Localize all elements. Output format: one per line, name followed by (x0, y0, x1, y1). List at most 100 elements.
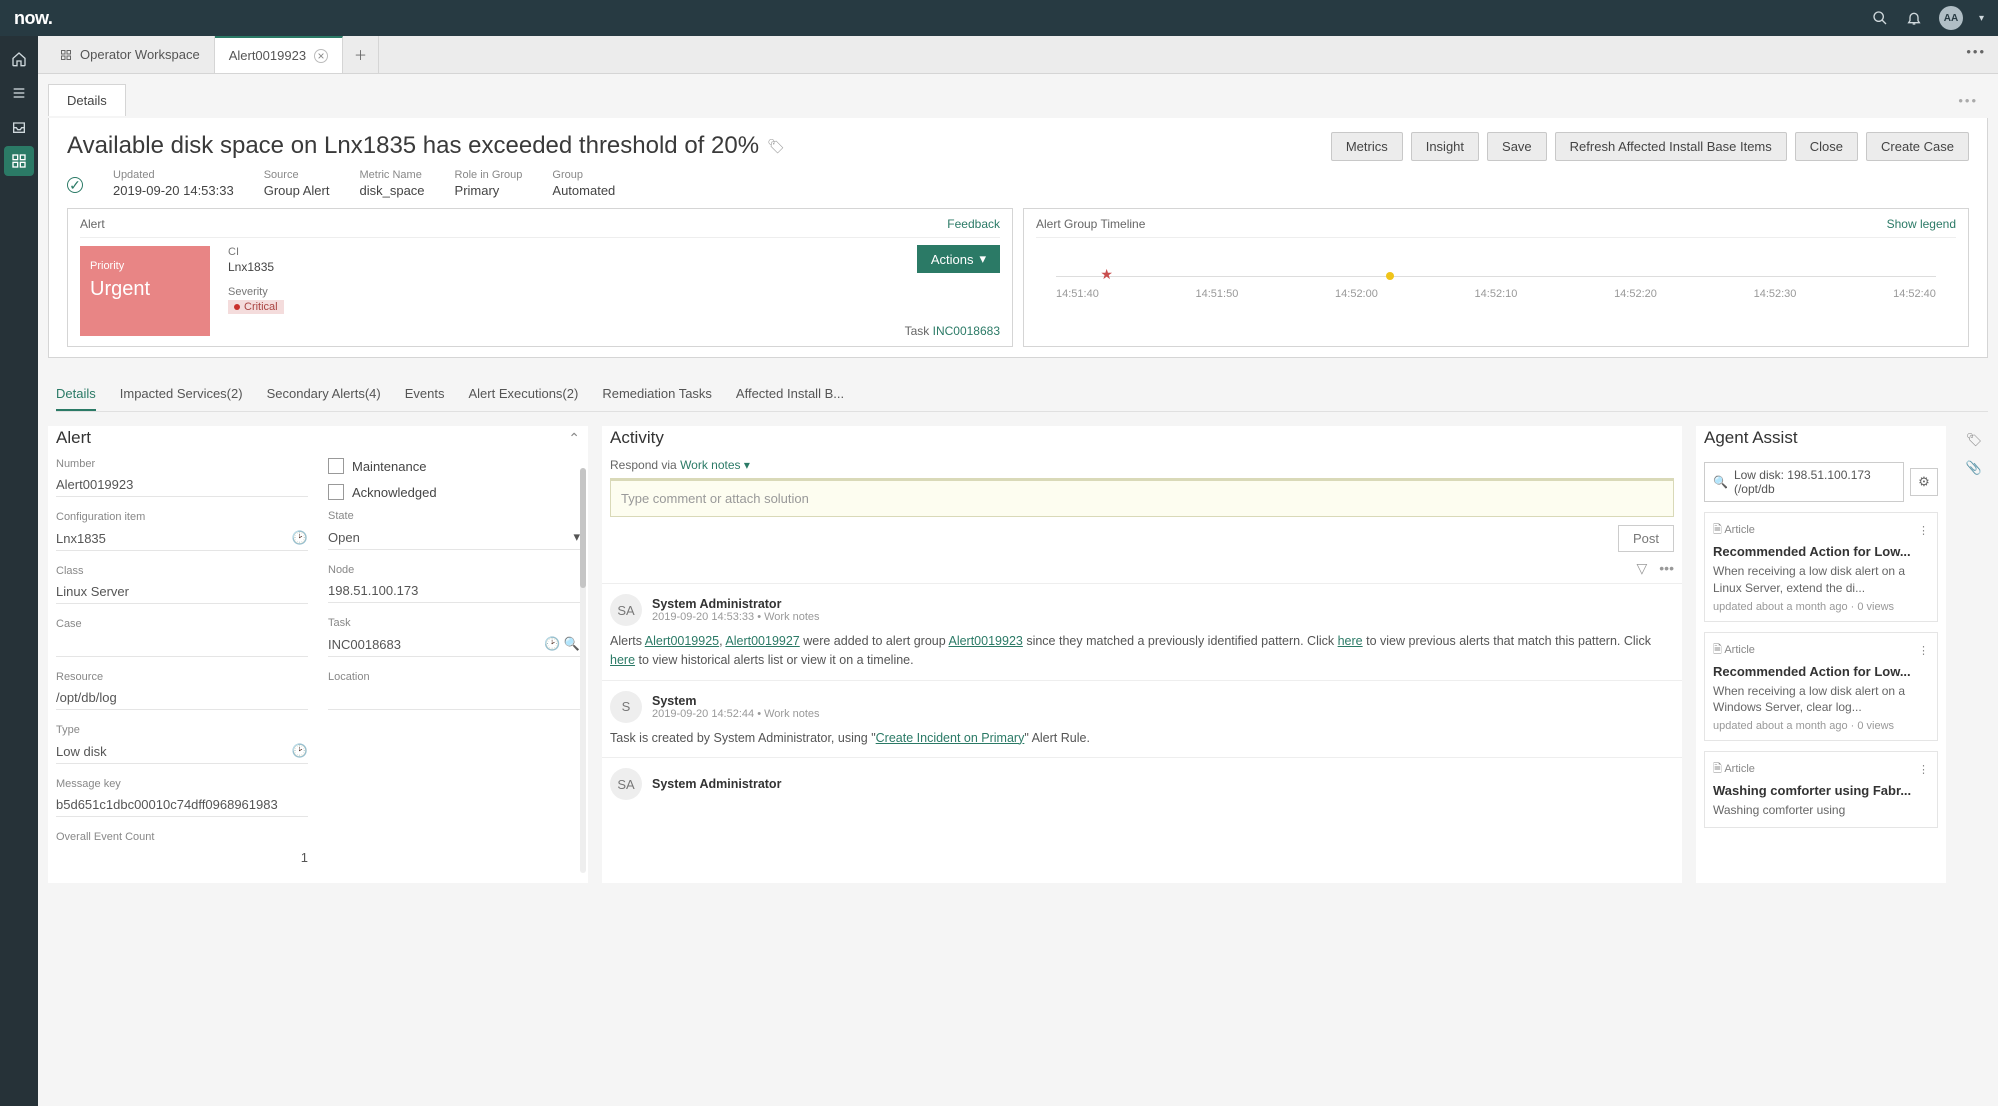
field-label: State (328, 510, 580, 522)
field-label: Class (56, 565, 308, 577)
ws-tab-alert[interactable]: Alert0019923 × (215, 36, 343, 73)
rail-list-icon[interactable] (4, 78, 34, 108)
ci-label: CI (228, 246, 284, 258)
meta-value: disk_space (359, 183, 424, 198)
article-card[interactable]: 🗎 Article⋮ Washing comforter using Fabr.… (1704, 751, 1938, 828)
more-icon[interactable]: ⋮ (1918, 644, 1929, 657)
tab-impacted[interactable]: Impacted Services(2) (120, 378, 243, 411)
rail-apps-icon[interactable] (4, 146, 34, 176)
scrollbar[interactable] (580, 468, 586, 873)
task-input[interactable] (328, 637, 544, 652)
more-icon[interactable]: ⋮ (1918, 763, 1929, 776)
panel-title: Alert (80, 217, 105, 231)
detail-tab-details[interactable]: Details (48, 84, 126, 116)
resource-input[interactable] (56, 690, 308, 705)
severity-label: Severity (228, 286, 284, 298)
rail-home-icon[interactable] (4, 44, 34, 74)
event-dot (1386, 272, 1394, 280)
number-input[interactable] (56, 477, 308, 492)
state-select[interactable]: Open▾ (328, 525, 580, 550)
show-legend-link[interactable]: Show legend (1887, 217, 1956, 231)
field-label: Task (328, 617, 580, 629)
more-icon[interactable]: ••• (1659, 560, 1674, 577)
meta-label: Metric Name (359, 169, 424, 181)
tick-label: 14:52:20 (1614, 288, 1657, 300)
node-input[interactable] (328, 583, 580, 598)
tag-icon[interactable]: 🏷 (767, 138, 785, 155)
ci-input[interactable] (56, 531, 292, 546)
close-tab-icon[interactable]: × (314, 49, 328, 63)
meta-row: ✓ Updated2019-09-20 14:53:33 SourceGroup… (67, 169, 1969, 198)
priority-label: Priority (90, 260, 200, 272)
tab-remediation[interactable]: Remediation Tasks (602, 378, 712, 411)
tab-events[interactable]: Events (405, 378, 445, 411)
post-button[interactable]: Post (1618, 525, 1674, 552)
tab-install-base[interactable]: Affected Install B... (736, 378, 844, 411)
refresh-button[interactable]: Refresh Affected Install Base Items (1555, 132, 1787, 161)
activity-entry: S System2019-09-20 14:52:44 • Work notes… (602, 680, 1682, 758)
clock-icon[interactable]: 🕑 (292, 743, 308, 759)
meta-label: Source (264, 169, 330, 181)
clock-icon[interactable]: 🕑 (292, 530, 308, 546)
meta-value: Automated (552, 183, 615, 198)
msgkey-input[interactable] (56, 797, 308, 812)
priority-value: Urgent (90, 278, 200, 301)
ws-tab-label: Operator Workspace (80, 47, 200, 62)
insight-button[interactable]: Insight (1411, 132, 1479, 161)
case-input[interactable] (56, 637, 308, 652)
feedback-link[interactable]: Feedback (947, 217, 1000, 231)
chevron-down-icon[interactable]: ▾ (1979, 13, 1984, 24)
meta-value: Primary (455, 183, 523, 198)
record-header: Available disk space on Lnx1835 has exce… (48, 118, 1988, 358)
attachment-icon[interactable]: 📎 (1966, 460, 1982, 476)
clock-icon[interactable]: 🕑 (544, 636, 560, 652)
detail-tabbar: Details ••• (48, 82, 1988, 118)
create-case-button[interactable]: Create Case (1866, 132, 1969, 161)
ws-tab-operator[interactable]: Operator Workspace (46, 36, 215, 73)
bell-icon[interactable] (1905, 9, 1923, 27)
filter-icon[interactable]: ▽ (1637, 560, 1648, 577)
tab-secondary[interactable]: Secondary Alerts(4) (267, 378, 381, 411)
collapse-icon[interactable]: ⌃ (568, 430, 580, 447)
ci-value: Lnx1835 (228, 260, 284, 274)
close-button[interactable]: Close (1795, 132, 1858, 161)
rail-inbox-icon[interactable] (4, 112, 34, 142)
assist-search-input[interactable]: 🔍Low disk: 198.51.100.173 (/opt/db (1704, 462, 1904, 502)
detail-more-icon[interactable]: ••• (1958, 93, 1978, 108)
actions-dropdown[interactable]: Actions▾ (917, 245, 1000, 273)
field-label: Node (328, 564, 580, 576)
search-icon[interactable] (1871, 9, 1889, 27)
task-link[interactable]: INC0018683 (933, 324, 1000, 338)
search-icon[interactable]: 🔍 (564, 636, 580, 652)
type-input[interactable] (56, 744, 292, 759)
article-card[interactable]: 🗎 Article⋮ Recommended Action for Low...… (1704, 512, 1938, 622)
ws-tab-label: Alert0019923 (229, 48, 306, 63)
add-tab-button[interactable]: ＋ (343, 36, 379, 73)
location-input[interactable] (328, 690, 580, 705)
comment-input[interactable]: Type comment or attach solution (610, 478, 1674, 517)
maintenance-checkbox[interactable] (328, 458, 344, 474)
tab-details[interactable]: Details (56, 378, 96, 411)
more-icon[interactable]: ⋮ (1918, 524, 1929, 537)
class-input[interactable] (56, 584, 308, 599)
timeline-panel: Alert Group TimelineShow legend ★ 14:51:… (1023, 208, 1969, 347)
tab-executions[interactable]: Alert Executions(2) (469, 378, 579, 411)
tag-icon[interactable]: 🏷 (1966, 432, 1983, 448)
activity-author: System Administrator (652, 597, 820, 611)
metrics-button[interactable]: Metrics (1331, 132, 1403, 161)
save-button[interactable]: Save (1487, 132, 1547, 161)
priority-badge: Priority Urgent (80, 246, 210, 336)
meta-value: 2019-09-20 14:53:33 (113, 183, 234, 198)
acknowledged-checkbox[interactable] (328, 484, 344, 500)
respond-via-dropdown[interactable]: Work notes ▾ (680, 458, 750, 472)
panel-title: Alert (56, 428, 91, 448)
workspace-tabs: Operator Workspace Alert0019923 × ＋ ••• (38, 36, 1998, 74)
activity-meta: 2019-09-20 14:52:44 • Work notes (652, 708, 820, 720)
checkbox-label: Acknowledged (352, 485, 437, 500)
assist-settings-icon[interactable]: ⚙ (1910, 468, 1938, 496)
doc-icon: 🗎 (1713, 524, 1722, 536)
article-card[interactable]: 🗎 Article⋮ Recommended Action for Low...… (1704, 632, 1938, 742)
user-avatar[interactable]: AA (1939, 6, 1963, 30)
timeline-chart[interactable]: ★ 14:51:40 14:51:50 14:52:00 14:52:10 14… (1036, 248, 1956, 318)
tab-more-icon[interactable]: ••• (1966, 44, 1986, 59)
